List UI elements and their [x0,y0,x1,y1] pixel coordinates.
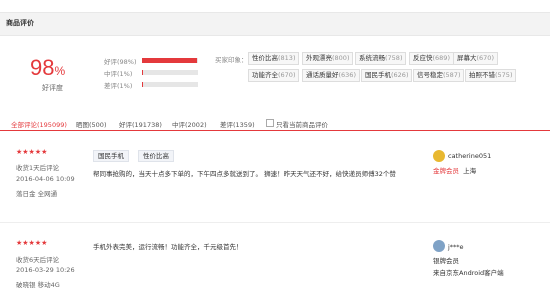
rate-neutral-label: 中评(1%) [104,70,133,78]
impression-tag[interactable]: 性价比高(813) [248,52,300,65]
impression-tag[interactable]: 外观漂亮(800) [302,52,354,65]
review-spec: 落日金 全网通 [16,190,58,198]
section-header: 商品评价 [0,12,550,36]
only-current-checkbox[interactable] [266,119,274,127]
member-level: 金牌会员 [433,167,459,175]
filter-all[interactable]: 全部评论(195099) [11,119,67,129]
section-title: 商品评价 [6,19,34,27]
rate-positive-label: 好评(98%) [104,58,137,66]
review-content: 帮同事抢购的，当天十点多下单的，下午四点多就送到了。 狮速！昨天天气还不好，给快… [93,170,396,178]
comment-tag: 国民手机 [93,150,129,162]
comment-tag: 性价比高 [138,150,174,162]
score-label: 好评度 [42,84,63,92]
username: j***e [448,243,464,251]
filter-neutral[interactable]: 中评(2002) [172,119,207,129]
filter-negative[interactable]: 差评(1359) [220,119,255,129]
review-date: 2016-03-29 10:26 [16,266,75,274]
filter-positive[interactable]: 好评(191738) [119,119,162,129]
impressions-label: 买家印象： [215,56,248,64]
filter-photos[interactable]: 晒图(500) [76,119,106,129]
user-level-row: 金牌会员 上海 [433,165,476,175]
impression-tag[interactable]: 拍照不错(575) [465,69,517,82]
member-level: 银牌会员 [433,257,459,265]
user-location: 来自京东Android客户端 [433,269,504,277]
rate-negative-bar [142,82,198,87]
rate-positive-bar [142,58,198,63]
user-location: 上海 [463,167,477,175]
impression-tag[interactable]: 信号稳定(587) [413,69,465,82]
impression-tag[interactable]: 功能齐全(670) [248,69,300,82]
review-filter-bar: 全部评论(195099) 晒图(500) 好评(191738) 中评(2002)… [0,115,550,131]
impression-tag[interactable]: 通话质量好(636) [302,69,360,82]
rate-neutral-bar [142,70,198,75]
user-avatar[interactable] [433,240,445,252]
star-rating: ★★★★★ [16,239,48,247]
username: catherine051 [448,152,492,160]
star-rating: ★★★★★ [16,148,48,156]
rate-negative-label: 差评(1%) [104,82,133,90]
impression-tag[interactable]: 国民手机(626) [361,69,413,82]
user-avatar[interactable] [433,150,445,162]
review-divider [0,222,550,223]
review-received: 收货1天后评论 [16,164,60,172]
impression-tag[interactable]: 屏幕大(670) [453,52,498,65]
review-content: 手机外表完美，运行流畅！功能齐全，千元级首先！ [93,243,243,251]
review-date: 2016-04-06 10:09 [16,175,75,183]
review-spec: 破晓银 移动4G [16,281,60,289]
positive-score: 98% [30,55,66,80]
impression-tag[interactable]: 系统流畅(758) [355,52,407,65]
review-received: 收货6天后评论 [16,256,60,264]
only-current-label: 只看当前商品评价 [276,121,328,129]
impression-tag[interactable]: 反应快(689) [409,52,454,65]
